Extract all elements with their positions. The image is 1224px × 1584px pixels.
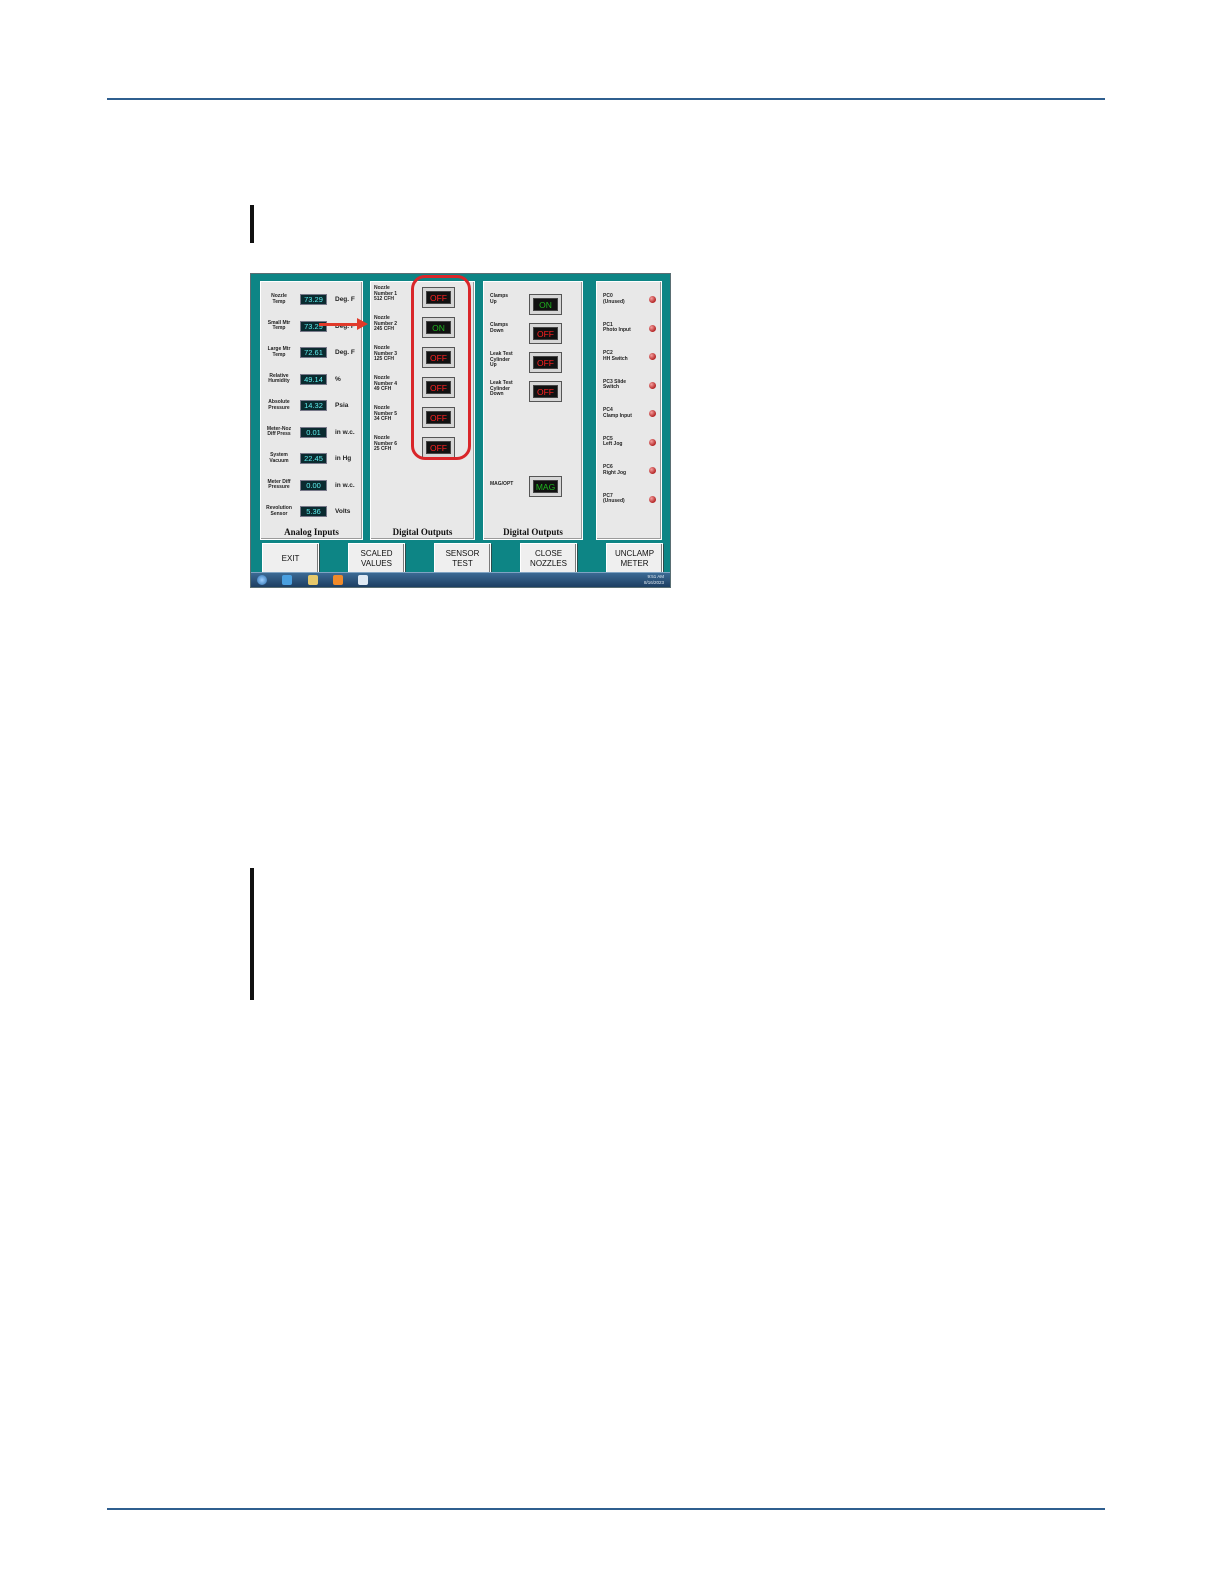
analog-value: 72.61 — [300, 347, 327, 358]
indicator-led-icon — [649, 296, 656, 303]
indicator-led-icon — [649, 495, 656, 503]
mag-opt-toggle-button[interactable]: MAG — [529, 476, 562, 497]
analog-unit: Volts — [335, 508, 351, 515]
clamp-label: Leak Test Cylinder Up — [490, 351, 513, 369]
analog-label: Meter Diff Pressure — [267, 478, 291, 491]
system-tray-clock[interactable]: 9:51 AM 8/16/2023 — [644, 574, 664, 585]
analog-value: 14.32 — [300, 400, 327, 411]
analog-label: System Vacuum — [269, 452, 289, 464]
clock-date: 8/16/2023 — [643, 579, 664, 585]
analog-label: Revolution Sensor — [266, 505, 292, 517]
clamp-toggle-button[interactable]: OFF — [529, 352, 562, 373]
scaled-values-button[interactable]: SCALED VALUES — [348, 543, 405, 574]
clamp-toggle-button[interactable]: OFF — [529, 381, 562, 402]
clock-time: 9:51 AM — [647, 574, 664, 579]
analog-value: 5.36 — [300, 506, 327, 517]
analog-value: 49.14 — [300, 373, 327, 385]
analog-value: 73.29 — [300, 294, 327, 305]
analog-unit: Deg. F — [335, 349, 355, 356]
analog-value: 22.45 — [300, 453, 327, 464]
clamp-toggle-button[interactable]: ON — [529, 294, 562, 315]
input-label: PC1 Photo Input — [603, 321, 631, 334]
input-label: PC6 Right Jog — [603, 464, 627, 476]
indicator-led-icon — [649, 324, 656, 332]
arrow-right-icon — [357, 318, 368, 330]
sensor-test-screenshot: Nozzle Temp 73.29 Deg. F Small Mtr Temp 73.29 D… — [250, 273, 671, 588]
note-bar-bottom — [250, 868, 254, 1000]
nozzle-label: Nozzle Number 4 49 CFH — [374, 375, 398, 393]
close-nozzles-button[interactable]: CLOSE NOZZLES — [520, 543, 577, 574]
clamp-label: Leak Test Cylinder Down — [490, 380, 513, 398]
indicator-led-icon — [649, 381, 656, 389]
analog-unit: Psia — [335, 402, 349, 409]
start-button-icon[interactable] — [257, 575, 267, 585]
nozzle-highlight-outline — [411, 275, 471, 460]
analog-label: Nozzle Temp — [271, 293, 287, 305]
analog-inputs-panel: Nozzle Temp 73.29 Deg. F Small Mtr Temp 73.29 D… — [260, 281, 363, 540]
analog-value: 0.00 — [300, 479, 327, 491]
analog-label: Large Mtr Temp — [267, 346, 291, 358]
mag-opt-label: MAG/OPT — [490, 481, 514, 487]
note-bar-top — [250, 205, 254, 243]
nozzle-label: Nozzle Number 2 245 CFH — [374, 315, 398, 333]
analog-unit: in Hg — [335, 455, 352, 462]
sensor-test-button[interactable]: SENSOR TEST — [434, 543, 491, 574]
analog-label: Meter-Noz Diff Press — [266, 425, 292, 438]
folder-icon[interactable] — [308, 575, 318, 585]
nozzle-label: Nozzle Number 5 34 CFH — [374, 405, 398, 423]
clamp-toggle-button[interactable]: OFF — [529, 323, 562, 344]
toggle-state: OFF — [533, 356, 558, 369]
browser-icon[interactable] — [282, 575, 292, 585]
input-label: PC2 HH Switch — [603, 350, 628, 362]
taskbar: 9:51 AM 8/16/2023 — [251, 572, 670, 587]
exit-button[interactable]: EXIT — [262, 543, 319, 574]
nozzle-label: Nozzle Number 1 512 CFH — [374, 285, 398, 303]
analog-inputs-title: Analog Inputs — [284, 527, 339, 537]
digital-inputs-panel: PC0 (Unused) PC1 Photo Input PC2 HH Switch PC3… — [596, 281, 662, 540]
indicator-led-icon — [649, 353, 656, 360]
clamp-outputs-panel: Clamps Up ON Clamps Down OFF Leak Test Cylinder… — [483, 281, 583, 540]
toggle-state: MAG — [533, 480, 558, 493]
input-label: PC3 Slide Switch — [603, 378, 627, 391]
clamp-label: Clamps Up — [490, 293, 509, 305]
app-icon[interactable] — [358, 575, 368, 585]
analog-label: Absolute Pressure — [268, 399, 290, 411]
media-player-icon[interactable] — [333, 575, 343, 585]
toggle-state: OFF — [533, 327, 558, 340]
unclamp-meter-button[interactable]: UNCLAMP METER — [606, 543, 663, 574]
analog-unit: in w.c. — [335, 481, 355, 489]
clamp-label: Clamps Down — [490, 322, 509, 334]
nozzle-label: Nozzle Number 3 125 CFH — [374, 345, 398, 363]
analog-value: 0.01 — [300, 426, 327, 438]
input-label: PC7 (Unused) — [603, 492, 625, 505]
clamp-outputs-title: Digital Outputs — [503, 527, 563, 537]
arrow-shaft — [319, 323, 359, 326]
analog-unit: in w.c. — [335, 428, 355, 436]
analog-label: Relative Humidity — [268, 372, 290, 385]
nozzle-label: Nozzle Number 6 25 CFH — [374, 435, 398, 453]
analog-label: Small Mtr Temp — [267, 319, 291, 332]
indicator-led-icon — [649, 410, 656, 417]
analog-unit: % — [335, 375, 341, 383]
indicator-led-icon — [649, 467, 656, 474]
analog-unit: Deg. F — [335, 296, 355, 303]
input-label: PC5 Left Jog — [603, 435, 623, 448]
input-label: PC0 (Unused) — [603, 293, 625, 305]
footer-rule — [107, 1508, 1105, 1510]
toggle-state: ON — [533, 298, 558, 311]
indicator-led-icon — [649, 438, 656, 446]
nozzle-outputs-title: Digital Outputs — [392, 527, 453, 537]
input-label: PC4 Clamp Input — [603, 407, 632, 419]
toggle-state: OFF — [533, 385, 558, 398]
header-rule — [107, 98, 1105, 100]
